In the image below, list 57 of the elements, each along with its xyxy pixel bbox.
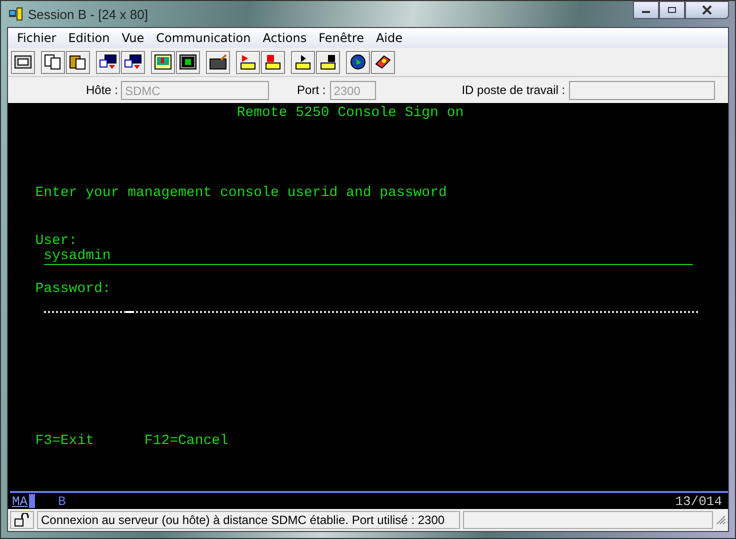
close-button[interactable]	[685, 1, 729, 19]
toolbar-button[interactable]	[41, 50, 65, 74]
play-icon	[294, 54, 312, 70]
toolbar-button[interactable]	[121, 50, 145, 74]
input-mode-indicator: MA	[12, 494, 28, 508]
screen-grid-icon	[179, 54, 197, 70]
maximize-button[interactable]	[659, 1, 685, 19]
toolbar-button[interactable]	[261, 50, 285, 74]
host-label: Hôte :	[86, 83, 118, 97]
screen-color-icon	[154, 54, 172, 70]
text-cursor	[126, 311, 134, 313]
toolbar-button[interactable]	[316, 50, 340, 74]
toolbar-button[interactable]	[176, 50, 200, 74]
status-message: Connexion au serveur (ou hôte) à distance SDMC établie. Port utilisé : 2300	[37, 511, 460, 529]
screen-title: Remote 5250 Console Sign on	[236, 105, 464, 121]
toolbar-button[interactable]	[96, 50, 120, 74]
maximize-icon	[667, 6, 677, 14]
menu-item[interactable]: Actions	[256, 31, 313, 45]
workstation-id-label: ID poste de travail :	[462, 83, 566, 97]
close-icon	[701, 5, 713, 15]
toolbar-button[interactable]	[206, 50, 230, 74]
menu-item[interactable]: Communication	[150, 31, 257, 45]
session-indicator: B	[58, 494, 66, 508]
paste-icon	[69, 54, 87, 70]
user-field[interactable]: sysadmin	[44, 249, 693, 265]
toolbar-button[interactable]	[151, 50, 175, 74]
user-label: User:	[35, 233, 78, 249]
menu-item[interactable]: Vue	[116, 31, 150, 45]
app-icon	[9, 7, 23, 21]
menu-item[interactable]: Aide	[370, 31, 408, 45]
lock-icon	[14, 513, 30, 527]
toolbar-button[interactable]	[66, 50, 90, 74]
workstation-id-field[interactable]	[569, 80, 716, 100]
copy-icon	[44, 54, 62, 70]
pause-icon	[319, 54, 337, 70]
screen-icon	[14, 54, 32, 70]
menu-item[interactable]: Fichier	[11, 31, 62, 45]
function-key-label: F12=Cancel	[144, 433, 228, 449]
toolbar-button[interactable]	[346, 50, 370, 74]
menu-item[interactable]: Edition	[62, 31, 116, 45]
toolbar-button[interactable]	[11, 50, 35, 74]
window-down-icon	[124, 54, 142, 70]
toolbar-button[interactable]	[291, 50, 315, 74]
window-down-icon	[99, 54, 117, 70]
cursor-position: 13/014	[675, 494, 722, 508]
record-icon	[239, 54, 257, 70]
password-label: Password:	[35, 281, 111, 297]
function-key-label: F3=Exit	[35, 433, 94, 449]
instruction-text: Enter your management console userid and password	[35, 185, 447, 201]
window-title: Session B - [24 x 80]	[28, 6, 148, 22]
toolbar-button[interactable]	[371, 50, 395, 74]
menu-item[interactable]: Fenêtre	[312, 31, 370, 45]
minimize-button[interactable]	[633, 1, 659, 19]
stop-icon	[264, 54, 282, 70]
toolbar-button[interactable]	[236, 50, 260, 74]
port-label: Port :	[297, 83, 326, 97]
resize-grip-icon	[716, 515, 726, 525]
